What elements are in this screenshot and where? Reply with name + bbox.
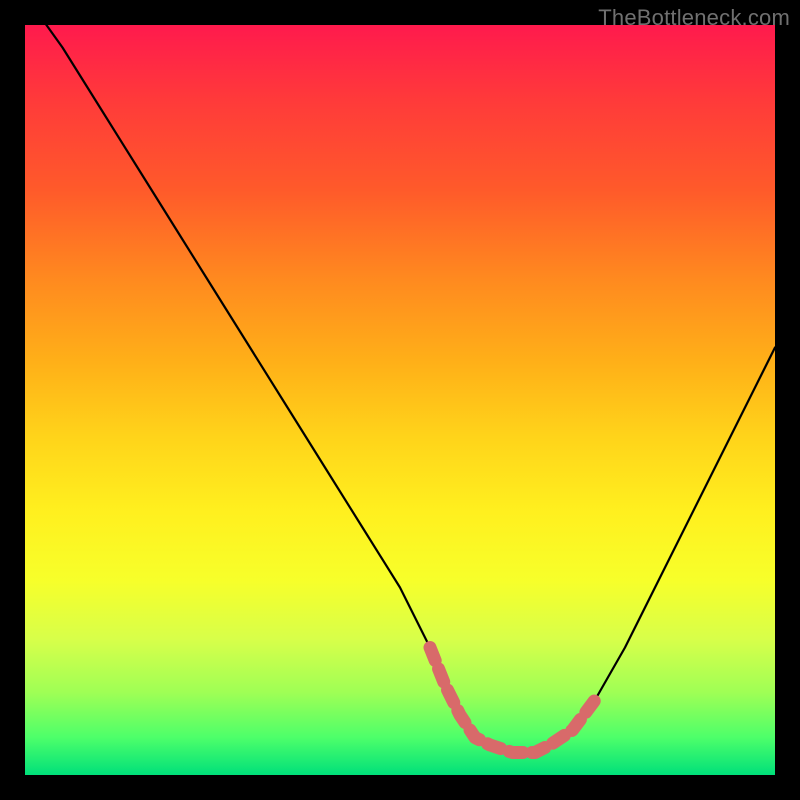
chart-frame: TheBottleneck.com (0, 0, 800, 800)
watermark-text: TheBottleneck.com (598, 5, 790, 31)
curve-layer (25, 25, 775, 775)
optimal-zone-highlight (430, 648, 595, 753)
bottleneck-curve (25, 0, 775, 753)
plot-area (25, 25, 775, 775)
